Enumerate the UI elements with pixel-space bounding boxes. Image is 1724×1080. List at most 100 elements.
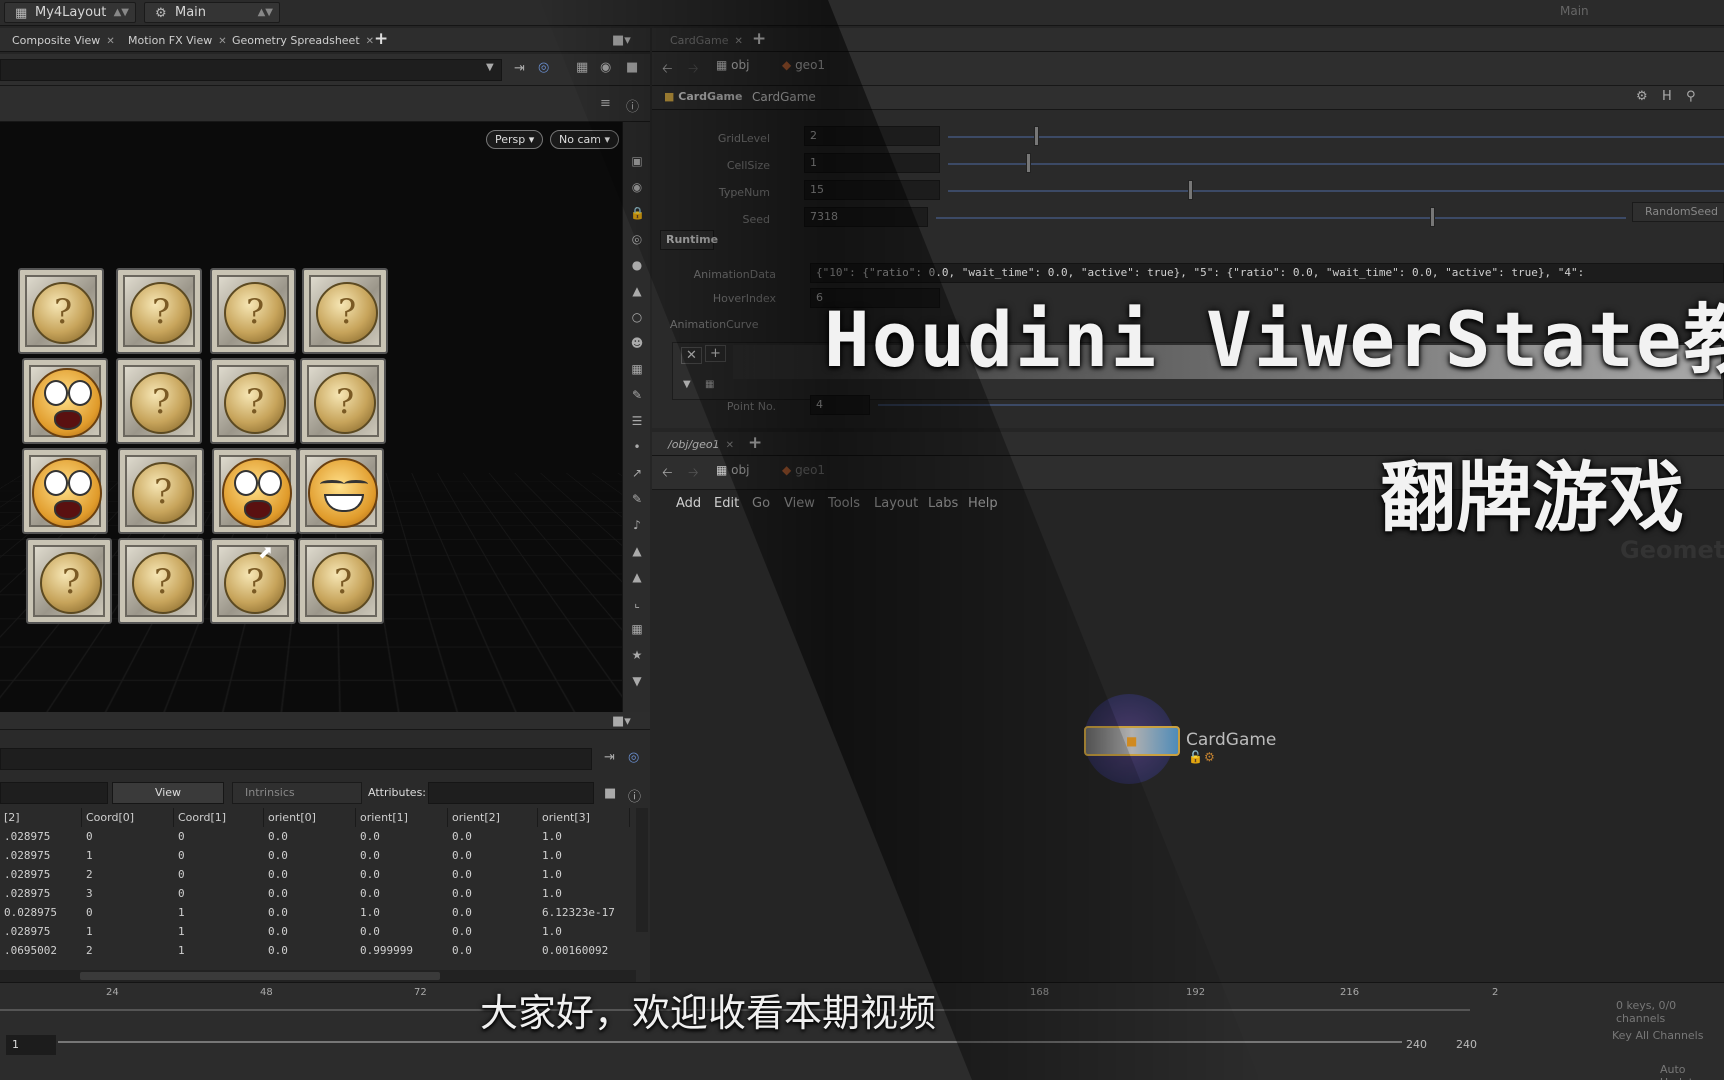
column-header[interactable]: orient[3] [538, 808, 630, 827]
menu-labs[interactable]: Labs [928, 496, 958, 511]
horizontal-scrollbar[interactable] [0, 970, 636, 982]
key-all-channels-button[interactable]: Key All Channels [1612, 1029, 1703, 1042]
help-h-icon[interactable]: H [1662, 89, 1672, 104]
view-dropdown[interactable]: View [112, 782, 224, 804]
add-tab-button[interactable]: + [374, 29, 388, 49]
card-coin[interactable] [298, 538, 384, 624]
pose-icon[interactable]: ★ [630, 648, 644, 662]
tab-obj-geo1[interactable]: /obj/geo1 ✕ [660, 435, 734, 455]
tab-composite-view[interactable]: Composite View ✕ [4, 31, 115, 51]
add-point-button[interactable]: + [705, 345, 726, 362]
card-coin[interactable] [116, 268, 202, 354]
card-coin[interactable] [26, 538, 112, 624]
card-coin[interactable] [18, 268, 104, 354]
help-icon[interactable]: ⓘ [626, 96, 639, 115]
card-scared[interactable] [212, 448, 298, 534]
forward-arrow-icon[interactable]: 🡢 [688, 464, 699, 486]
camera-icon[interactable]: ▦ [630, 362, 644, 376]
menu-tools[interactable]: Tools [828, 496, 860, 511]
desktop-dropdown[interactable]: ⚙ Main ▲▼ [144, 2, 280, 23]
pane-menu-icon[interactable]: ■▾ [612, 714, 631, 729]
tab-geometry-spreadsheet[interactable]: Geometry Spreadsheet ✕ [224, 31, 374, 51]
spreadsheet-path-field[interactable] [0, 748, 592, 770]
select-icon[interactable]: ▣ [630, 154, 644, 168]
close-icon[interactable]: ✕ [726, 440, 734, 451]
parm-field[interactable]: 7318 [804, 207, 928, 227]
menu-help[interactable]: Help [968, 496, 998, 511]
random-seed-button[interactable]: RandomSeed [1632, 202, 1724, 222]
link-icon[interactable]: ◎ [628, 750, 639, 765]
character-icon[interactable]: ☻ [630, 336, 644, 350]
tab-motion-fx-view[interactable]: Motion FX View ✕ [120, 31, 227, 51]
menu-add[interactable]: Add [676, 496, 701, 511]
column-header[interactable]: [2] [0, 808, 82, 827]
table-row[interactable]: .0695002 2 1 0.0 0.999999 0.0 0.00160092 [0, 941, 636, 960]
view-icon[interactable]: ◉ [630, 180, 644, 194]
parm-field[interactable]: 1 [804, 153, 940, 173]
path-obj[interactable]: ▦ obj [716, 58, 749, 72]
card-coin[interactable] [300, 358, 386, 444]
table-row[interactable]: .028975 0 0 0.0 0.0 0.0 1.0 [0, 827, 636, 846]
add-tab-button[interactable]: + [752, 29, 766, 49]
help-icon[interactable]: ⓘ [628, 786, 641, 805]
path-geo[interactable]: ◆ geo1 [782, 463, 825, 477]
menu-edit[interactable]: Edit [714, 496, 739, 511]
camera-menu-button[interactable]: No cam ▾ [550, 130, 619, 149]
paint-icon[interactable]: ▲ [630, 544, 644, 558]
menu-go[interactable]: Go [752, 496, 770, 511]
card-scared[interactable] [22, 448, 108, 534]
draw-icon[interactable]: ✎ [630, 388, 644, 402]
card-coin[interactable] [118, 448, 204, 534]
slider-handle[interactable] [1188, 180, 1193, 200]
tab-cardgame[interactable]: CardGame ✕ [662, 31, 743, 51]
table-row[interactable]: .028975 1 1 0.0 0.0 0.0 1.0 [0, 922, 636, 941]
persp-menu-button[interactable]: Persp ▾ [486, 130, 544, 149]
card-coin[interactable] [210, 538, 296, 624]
snap-icon[interactable]: ■ [626, 60, 638, 75]
path-geo[interactable]: ◆ geo1 [782, 58, 825, 72]
display-options-icon[interactable]: ≡ [600, 96, 611, 111]
close-icon[interactable]: ✕ [106, 36, 114, 47]
current-frame-field[interactable]: 1 [6, 1035, 56, 1055]
column-header[interactable]: orient[1] [356, 808, 448, 827]
forward-arrow-icon[interactable]: 🡢 [688, 60, 699, 82]
table-row[interactable]: .028975 3 0 0.0 0.0 0.0 1.0 [0, 884, 636, 903]
num-icon[interactable]: ♪ [630, 518, 644, 532]
search-icon[interactable]: ⚲ [1686, 89, 1696, 104]
parm-slider[interactable] [948, 190, 1724, 192]
parm-field[interactable]: 2 [804, 126, 940, 146]
parm-slider[interactable] [948, 163, 1724, 165]
pin-icon[interactable]: ⇥ [514, 61, 525, 76]
table-row[interactable]: .028975 1 0 0.0 0.0 0.0 1.0 [0, 846, 636, 865]
camera-icon[interactable]: ◉ [600, 60, 611, 75]
path-field[interactable] [0, 59, 502, 81]
layout-dropdown[interactable]: ▦ My4Layout ▲▼ [4, 2, 136, 23]
intrinsics-dropdown[interactable]: Intrinsics [232, 782, 362, 804]
tab-runtime[interactable]: Runtime [660, 230, 718, 250]
point-no-slider[interactable] [878, 404, 1724, 406]
chevron-down-icon[interactable]: ▼ [630, 674, 644, 688]
menu-layout[interactable]: Layout [874, 496, 918, 511]
cardgame-node[interactable]: ■ [1084, 726, 1180, 756]
menu-view[interactable]: View [784, 496, 815, 511]
ghost-icon[interactable]: ○ [630, 310, 644, 324]
slider-handle[interactable] [1026, 153, 1031, 173]
parm-slider[interactable] [936, 217, 1626, 219]
end-frame-label[interactable]: 240 [1406, 1038, 1427, 1051]
card-coin[interactable] [116, 358, 202, 444]
parm-field[interactable]: 15 [804, 180, 940, 200]
card-scared[interactable] [22, 358, 108, 444]
vertical-scrollbar[interactable] [636, 808, 648, 932]
attributes-filter-input[interactable] [428, 782, 594, 804]
handle-icon[interactable]: ◎ [630, 232, 644, 246]
brush-icon[interactable]: ✎ [630, 492, 644, 506]
link-icon[interactable]: ◎ [538, 60, 549, 75]
back-arrow-icon[interactable]: 🡠 [662, 464, 673, 486]
parm-slider[interactable] [948, 136, 1724, 138]
close-icon[interactable]: ✕ [734, 36, 742, 47]
filter-icon[interactable]: ■ [604, 786, 616, 801]
add-tab-button[interactable]: + [748, 433, 762, 453]
node-name[interactable]: CardGame [752, 90, 816, 104]
grid-icon[interactable]: ▦ [630, 622, 644, 636]
slider-handle[interactable] [1430, 207, 1435, 227]
